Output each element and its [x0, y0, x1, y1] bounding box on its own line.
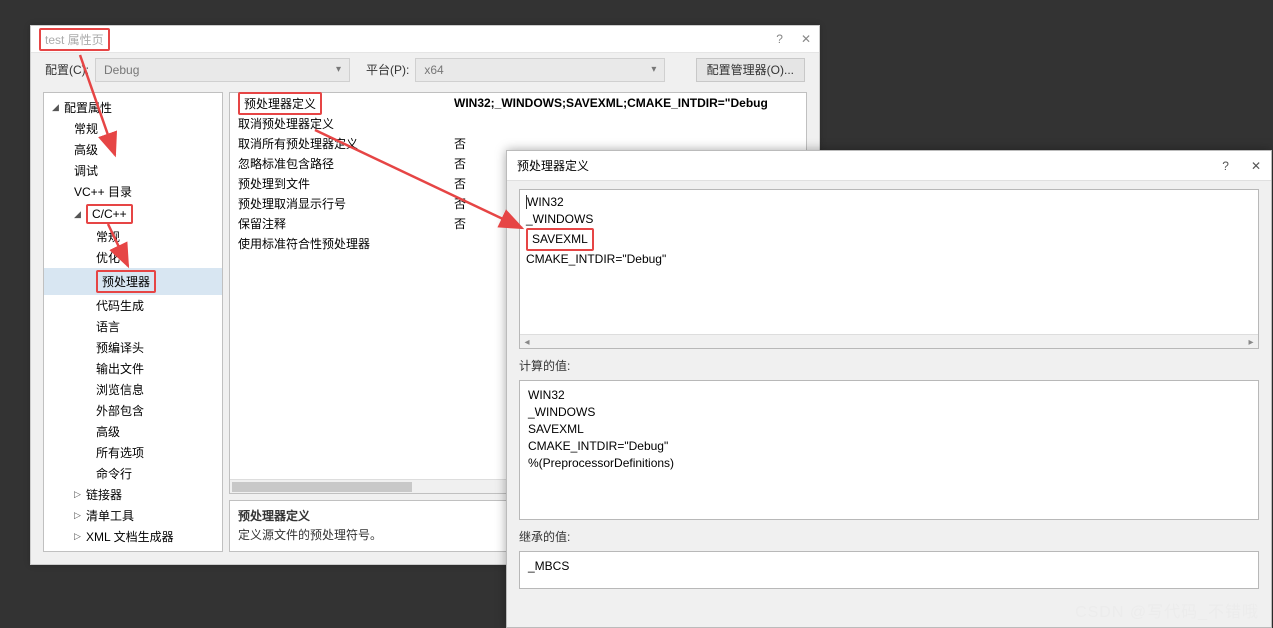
watermark: CSDN @写代码_不错哦 — [1075, 598, 1259, 622]
expand-icon[interactable] — [74, 489, 84, 500]
help-icon[interactable]: ? — [776, 32, 783, 46]
tree-item-preprocessor[interactable]: 预处理器 — [44, 268, 222, 295]
config-manager-button[interactable]: 配置管理器(O)... — [696, 58, 805, 82]
calc-label: 计算的值: — [519, 357, 1259, 374]
tree-item[interactable]: 常规 — [44, 118, 222, 139]
highlight-savexml: SAVEXML — [526, 228, 594, 251]
inherit-label: 继承的值: — [519, 528, 1259, 545]
grid-row[interactable]: 取消预处理器定义 — [230, 113, 806, 133]
tree-item[interactable]: 调试 — [44, 160, 222, 181]
preprocessor-edit-dialog: 预处理器定义 ? ✕ WIN32 _WINDOWS SAVEXML CMAKE_… — [506, 150, 1272, 628]
tree-root[interactable]: 配置属性 — [44, 97, 222, 118]
close-icon[interactable]: ✕ — [1251, 159, 1261, 173]
collapse-icon[interactable] — [52, 102, 62, 113]
config-value: Debug — [104, 63, 139, 77]
tree-item[interactable]: 优化 — [44, 247, 222, 268]
tree-item[interactable]: 常规 — [44, 226, 222, 247]
platform-value: x64 — [424, 63, 443, 77]
tree-item[interactable]: 预编译头 — [44, 337, 222, 358]
property-tree[interactable]: 配置属性 常规 高级 调试 VC++ 目录 C/C++ 常规 优化 预处理器 代… — [43, 92, 223, 552]
tree-item[interactable]: 命令行 — [44, 463, 222, 484]
config-label: 配置(C): — [45, 61, 89, 78]
close-icon[interactable]: ✕ — [801, 32, 811, 46]
tree-item[interactable]: 清单工具 — [44, 505, 222, 526]
tree-item[interactable]: XML 文档生成器 — [44, 526, 222, 547]
tree-item-cpp[interactable]: C/C++ — [44, 202, 222, 226]
grid-value: WIN32;_WINDOWS;SAVEXML;CMAKE_INTDIR="Deb… — [450, 96, 806, 110]
help-icon[interactable]: ? — [1222, 159, 1229, 173]
dialog-title: test 属性页 — [39, 28, 110, 51]
tree-item[interactable]: 高级 — [44, 421, 222, 442]
tree-item[interactable]: 高级 — [44, 139, 222, 160]
inherit-values: _MBCS — [519, 551, 1259, 589]
hscrollbar[interactable]: ◂▸ — [520, 334, 1258, 348]
config-combo[interactable]: Debug ▾ — [95, 58, 350, 82]
edit-dialog-title: 预处理器定义 — [517, 157, 589, 174]
config-row: 配置(C): Debug ▾ 平台(P): x64 ▾ 配置管理器(O)... — [31, 53, 819, 86]
expand-icon[interactable] — [74, 531, 84, 542]
expand-icon[interactable] — [74, 510, 84, 521]
tree-item[interactable]: 所有选项 — [44, 442, 222, 463]
chevron-down-icon: ▾ — [336, 64, 341, 75]
edit-title-bar: 预处理器定义 ? ✕ — [507, 151, 1271, 181]
tree-item[interactable]: 代码生成 — [44, 295, 222, 316]
tree-item[interactable]: 输出文件 — [44, 358, 222, 379]
tree-item[interactable]: VC++ 目录 — [44, 181, 222, 202]
chevron-down-icon: ▾ — [651, 64, 656, 75]
tree-item[interactable]: 语言 — [44, 316, 222, 337]
tree-item[interactable]: 浏览信息 — [44, 379, 222, 400]
title-bar: test 属性页 ? ✕ — [31, 26, 819, 53]
grid-row-preprocessor-defs[interactable]: 预处理器定义 WIN32;_WINDOWS;SAVEXML;CMAKE_INTD… — [230, 93, 806, 113]
tree-item[interactable]: 链接器 — [44, 484, 222, 505]
collapse-icon[interactable] — [74, 209, 84, 220]
platform-combo[interactable]: x64 ▾ — [415, 58, 665, 82]
grid-label: 预处理器定义 — [238, 92, 322, 115]
tree-item[interactable]: 外部包含 — [44, 400, 222, 421]
calc-values: WIN32 _WINDOWS SAVEXML CMAKE_INTDIR="Deb… — [519, 380, 1259, 520]
edit-textarea[interactable]: WIN32 _WINDOWS SAVEXML CMAKE_INTDIR="Deb… — [519, 189, 1259, 349]
platform-label: 平台(P): — [366, 61, 409, 78]
